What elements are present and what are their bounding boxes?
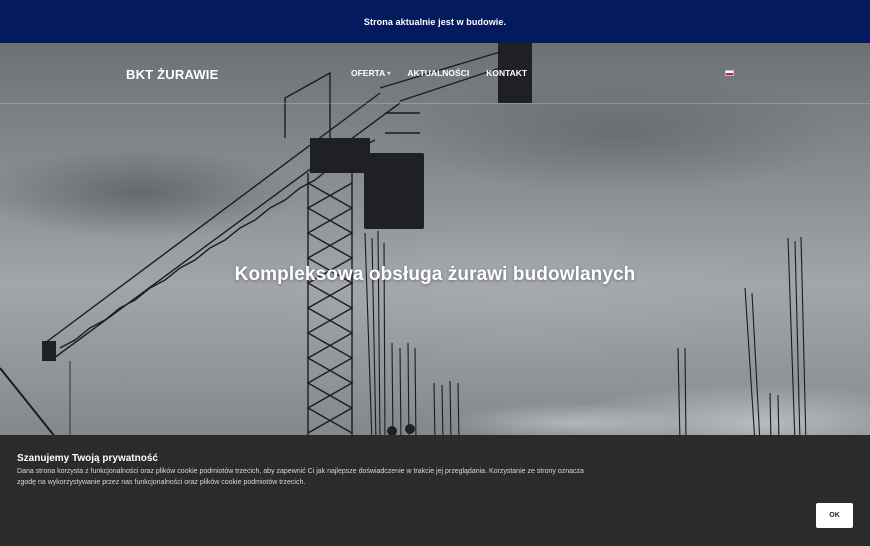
nav-item-label: AKTUALNOŚCI: [407, 68, 470, 78]
site-logo[interactable]: BKT ŻURAWIE: [126, 67, 218, 82]
nav-item-label: OFERTA: [351, 68, 386, 78]
hero-headline: Kompleksowa obsługa żurawi budowlanych: [234, 264, 636, 285]
nav-item-kontakt[interactable]: KONTAKT: [486, 68, 527, 78]
nav-item-oferta[interactable]: OFERTA ▾: [351, 68, 390, 78]
main-nav: OFERTA ▾ AKTUALNOŚCI KONTAKT: [351, 68, 544, 78]
chevron-down-icon: ▾: [387, 70, 391, 77]
cookie-banner: Szanujemy Twoją prywatność Dana strona k…: [0, 435, 870, 546]
flag-pl-icon[interactable]: [725, 70, 734, 76]
notice-bar: Strona aktualnie jest w budowie.: [0, 0, 870, 43]
header-divider: [0, 103, 870, 104]
cookie-ok-button[interactable]: OK: [816, 503, 853, 528]
cookie-banner-text: Dana strona korzysta z funkcjonalności o…: [17, 468, 584, 486]
notice-bar-text: Strona aktualnie jest w budowie.: [363, 16, 507, 27]
nav-item-label: KONTAKT: [486, 68, 528, 78]
nav-item-aktualnosci[interactable]: AKTUALNOŚCI: [407, 68, 469, 78]
cookie-banner-title: Szanujemy Twoją prywatność: [17, 453, 158, 464]
